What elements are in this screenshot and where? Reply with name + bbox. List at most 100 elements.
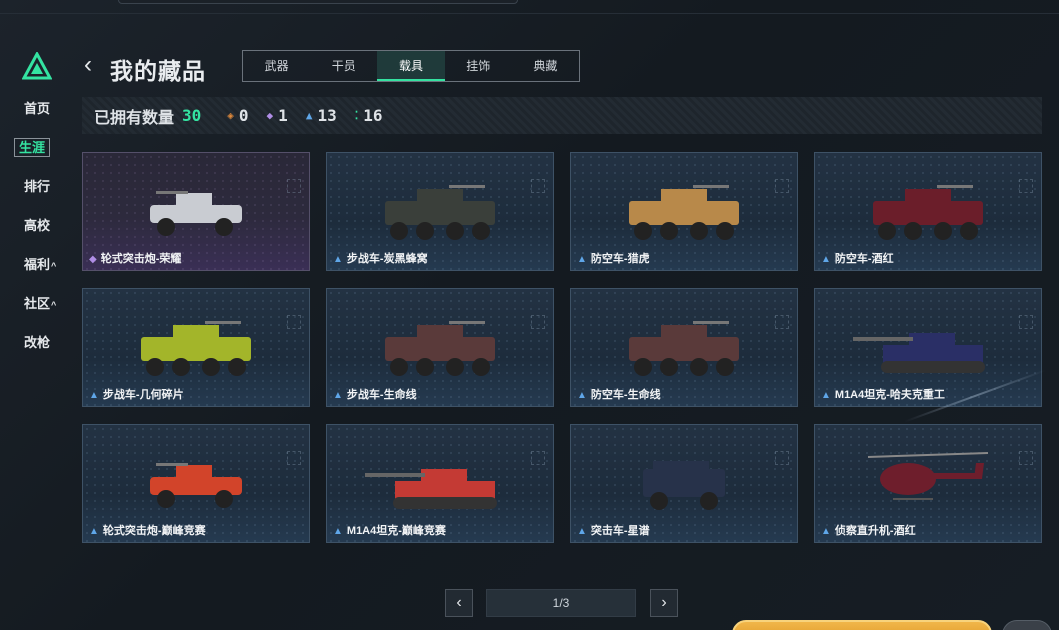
vehicle-card[interactable]: ▲ 防空车-酒红 [814, 152, 1042, 271]
sidebar-item-label: 首页 [24, 101, 51, 116]
vehicle-image [375, 307, 505, 392]
blue-rarity-icon: ▲ [333, 390, 343, 401]
tab-vehicles[interactable]: 载具 [377, 51, 445, 81]
sidebar-item-welfare[interactable]: 福利^ [0, 252, 74, 291]
vehicle-image [853, 307, 1003, 392]
vehicle-name-text: 步战车-炭黑蜂窝 [346, 253, 428, 265]
vehicle-name: ▲ 侦察直升机-酒红 [821, 522, 916, 538]
back-button[interactable]: ‹ [84, 53, 100, 78]
vehicle-card[interactable]: ▲ 突击车-星谱 [570, 424, 798, 543]
owned-label: 已拥有数量 [94, 109, 175, 127]
corner-decoration [287, 451, 301, 465]
vehicle-image [863, 171, 993, 256]
vehicle-image [375, 171, 505, 256]
vehicle-image [131, 307, 261, 392]
vehicle-name-text: 步战车-生命线 [346, 389, 417, 401]
sidebar-item-ranking[interactable]: 排行 [0, 174, 74, 213]
app-logo-icon[interactable] [22, 52, 52, 80]
next-page-button[interactable]: › [650, 589, 678, 617]
vehicle-card[interactable]: ▲ 步战车-炭黑蜂窝 [326, 152, 554, 271]
vehicle-image [365, 443, 515, 528]
sidebar: 首页 生涯 排行 高校 福利^ 社区^ 改枪 [0, 96, 74, 369]
corner-decoration [531, 451, 545, 465]
sidebar-item-career[interactable]: 生涯 [0, 135, 74, 174]
vehicle-card[interactable]: ▲ 防空车-生命线 [570, 288, 798, 407]
sidebar-item-home[interactable]: 首页 [0, 96, 74, 135]
vehicle-name: ▲ 突击车-星谱 [577, 522, 650, 538]
chevron-up-icon: ^ [51, 300, 57, 310]
stat-blue: ▲ 13 [306, 106, 337, 125]
page-title: 我的藏品 [110, 58, 206, 84]
sidebar-item-community[interactable]: 社区^ [0, 291, 74, 330]
tab-charms[interactable]: 挂饰 [445, 51, 512, 81]
blue-rarity-icon: ▲ [821, 390, 831, 401]
vehicle-card[interactable]: ▲ 步战车-几何碎片 [82, 288, 310, 407]
vehicle-name: ◆ 轮式突击炮-荣耀 [89, 250, 181, 266]
corner-decoration [1019, 179, 1033, 193]
vehicle-card[interactable]: ◆ 轮式突击炮-荣耀 [82, 152, 310, 271]
orange-rarity-icon: ◈ [227, 109, 234, 122]
corner-decoration [531, 315, 545, 329]
vehicle-name-text: 轮式突击炮-荣耀 [100, 253, 182, 265]
vehicle-name-text: M1A4坦克-哈夫克重工 [834, 389, 945, 401]
vehicle-image [136, 171, 256, 256]
sidebar-item-college[interactable]: 高校 [0, 213, 74, 252]
corner-decoration [775, 315, 789, 329]
sidebar-item-label: 排行 [24, 179, 51, 194]
tab-operators[interactable]: 干员 [310, 51, 377, 81]
stat-purple: ◆ 1 [267, 106, 288, 125]
vehicle-name: ▲ 防空车-酒红 [821, 250, 894, 266]
stats-bar: 已拥有数量 30 ◈ 0 ◆ 1 ▲ 13 ⁚ 16 [82, 97, 1042, 134]
vehicle-card[interactable]: ▲ 步战车-生命线 [326, 288, 554, 407]
stat-orange: ◈ 0 [227, 106, 248, 125]
sidebar-item-gunsmith[interactable]: 改枪 [0, 330, 74, 369]
vehicle-name-text: 轮式突击炮-巅峰竞赛 [102, 525, 206, 537]
owned-count: 30 [182, 106, 202, 125]
top-bar [0, 0, 1059, 14]
blue-rarity-icon: ▲ [821, 254, 831, 265]
round-button[interactable] [1002, 620, 1052, 630]
vehicle-name-text: 防空车-猎虎 [590, 253, 650, 265]
sidebar-item-label: 福利 [24, 257, 51, 272]
search-input[interactable] [118, 0, 518, 4]
vehicle-card[interactable]: ▲ 侦察直升机-酒红 [814, 424, 1042, 543]
blue-rarity-icon: ▲ [333, 254, 343, 265]
vehicle-name: ▲ 步战车-几何碎片 [89, 386, 184, 402]
vehicle-name-text: 侦察直升机-酒红 [834, 525, 916, 537]
vehicle-name: ▲ 步战车-炭黑蜂窝 [333, 250, 428, 266]
vehicle-name: ▲ 防空车-猎虎 [577, 250, 650, 266]
pagination: ‹ 1/3 › [0, 589, 1059, 619]
action-button[interactable] [732, 620, 992, 630]
corner-decoration [1019, 451, 1033, 465]
stat-purple-value: 1 [278, 106, 288, 125]
blue-rarity-icon: ▲ [577, 254, 587, 265]
vehicle-name: ▲ 轮式突击炮-巅峰竞赛 [89, 522, 206, 538]
category-tabs: 武器 干员 载具 挂饰 典藏 [242, 50, 580, 82]
blue-rarity-icon: ▲ [577, 390, 587, 401]
blue-rarity-icon: ▲ [333, 526, 343, 537]
corner-decoration [1019, 315, 1033, 329]
vehicle-name-text: 突击车-星谱 [590, 525, 650, 537]
vehicle-name-text: M1A4坦克-巅峰竞赛 [346, 525, 446, 537]
blue-rarity-icon: ▲ [89, 390, 99, 401]
vehicle-name: ▲ 步战车-生命线 [333, 386, 417, 402]
vehicle-card[interactable]: ▲ 轮式突击炮-巅峰竞赛 [82, 424, 310, 543]
vehicle-image [619, 171, 749, 256]
vehicle-card[interactable]: ▲ 防空车-猎虎 [570, 152, 798, 271]
tab-collection[interactable]: 典藏 [512, 51, 579, 81]
vehicle-image [858, 443, 998, 528]
blue-rarity-icon: ▲ [577, 526, 587, 537]
corner-decoration [775, 451, 789, 465]
vehicle-name-text: 防空车-酒红 [834, 253, 894, 265]
vehicle-card[interactable]: ▲ M1A4坦克-哈夫克重工 [814, 288, 1042, 407]
sidebar-item-label: 改枪 [24, 335, 51, 350]
vehicle-card[interactable]: ▲ M1A4坦克-巅峰竞赛 [326, 424, 554, 543]
blue-rarity-icon: ▲ [89, 526, 99, 537]
purple-rarity-icon: ◆ [266, 109, 274, 122]
vehicle-name-text: 步战车-几何碎片 [102, 389, 184, 401]
blue-rarity-icon: ▲ [821, 526, 831, 537]
tab-weapons[interactable]: 武器 [243, 51, 310, 81]
stat-blue-value: 13 [317, 106, 337, 125]
prev-page-button[interactable]: ‹ [445, 589, 473, 617]
blue-rarity-icon: ▲ [305, 109, 313, 122]
